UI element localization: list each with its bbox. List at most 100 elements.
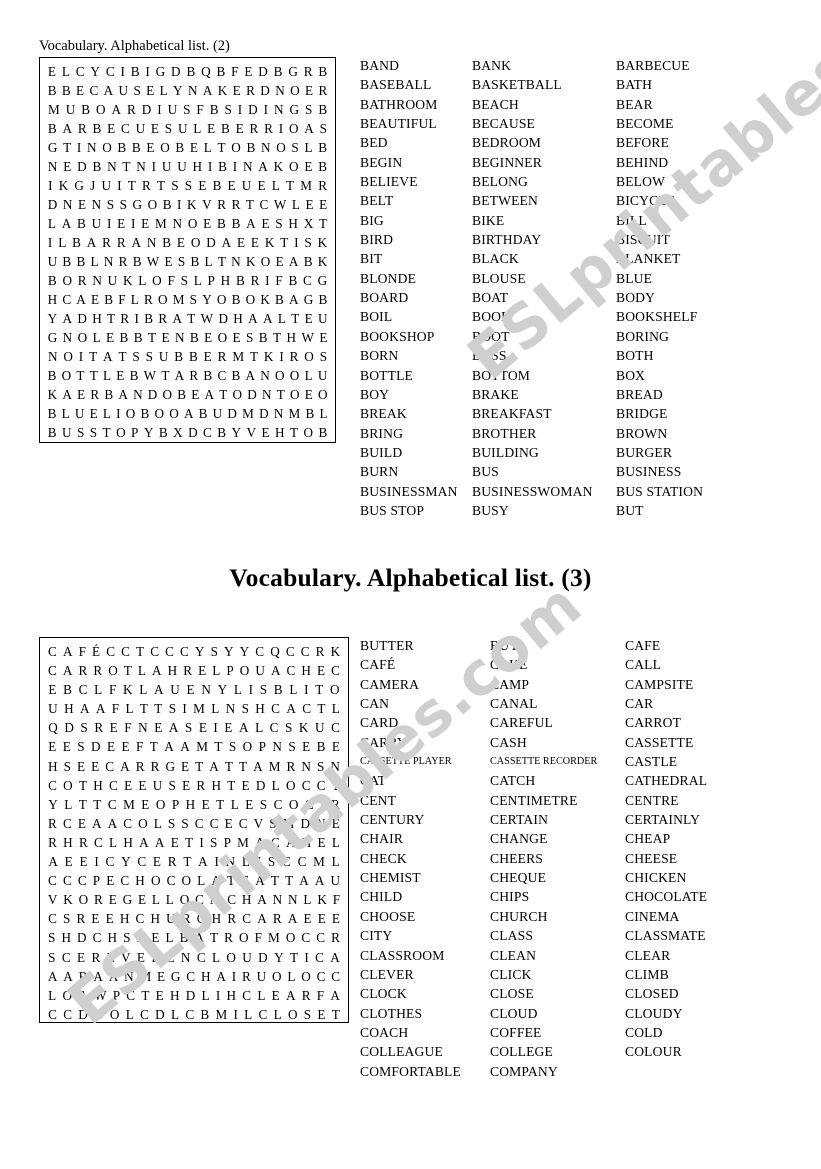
grid-letter-cell[interactable]: T [151,699,165,718]
word-list-item[interactable]: BIT [360,249,472,268]
grid-letter-cell[interactable]: C [312,948,327,967]
grid-letter-cell[interactable]: G [162,757,178,776]
grid-letter-cell[interactable]: R [88,385,102,404]
grid-letter-cell[interactable]: O [283,928,299,947]
grid-letter-cell[interactable]: A [89,814,105,833]
grid-letter-cell[interactable]: D [225,404,240,423]
grid-letter-cell[interactable]: D [88,737,104,756]
grid-letter-cell[interactable]: A [250,757,266,776]
grid-letter-cell[interactable]: E [242,795,257,814]
grid-letter-cell[interactable]: B [45,423,59,442]
grid-letter-cell[interactable]: Y [45,309,60,328]
word-list-item[interactable]: CHEMIST [360,868,490,887]
grid-letter-cell[interactable]: R [114,233,129,252]
grid-letter-cell[interactable]: U [239,176,255,195]
grid-letter-cell[interactable]: B [301,252,315,271]
grid-letter-cell[interactable]: N [273,81,288,100]
grid-letter-cell[interactable]: I [114,176,125,195]
grid-letter-cell[interactable]: R [133,928,148,947]
grid-letter-cell[interactable]: G [285,62,300,81]
grid-letter-cell[interactable]: I [245,680,256,699]
grid-letter-cell[interactable]: N [327,757,343,776]
grid-letter-cell[interactable]: D [139,100,155,119]
word-list-item[interactable]: CAKE [490,655,625,674]
grid-letter-cell[interactable]: E [60,737,75,756]
grid-letter-cell[interactable]: U [175,119,190,138]
grid-letter-cell[interactable]: T [282,871,296,890]
grid-letter-cell[interactable]: C [45,776,60,795]
grid-letter-cell[interactable]: E [195,176,209,195]
grid-letter-cell[interactable]: D [74,157,89,176]
grid-letter-cell[interactable]: C [192,890,207,909]
grid-letter-cell[interactable]: O [243,290,258,309]
word-list-item[interactable]: CHURCH [490,907,625,926]
grid-letter-cell[interactable]: E [74,948,88,967]
grid-letter-cell[interactable]: D [61,718,77,737]
grid-letter-cell[interactable]: O [286,795,302,814]
grid-letter-cell[interactable]: B [74,214,89,233]
grid-letter-cell[interactable]: I [213,986,224,1005]
grid-letter-cell[interactable]: A [100,347,115,366]
word-list-item[interactable]: CATHEDRAL [625,771,775,790]
grid-letter-cell[interactable]: M [266,757,284,776]
word-list-item[interactable]: BIRD [360,230,472,249]
grid-letter-cell[interactable]: B [45,366,59,385]
grid-letter-cell[interactable]: N [172,328,187,347]
grid-letter-cell[interactable]: P [223,661,236,680]
grid-letter-cell[interactable]: Y [141,423,156,442]
grid-letter-cell[interactable]: M [240,404,257,423]
grid-letter-cell[interactable]: R [248,271,263,290]
grid-letter-cell[interactable]: U [72,404,87,423]
grid-letter-cell[interactable]: E [259,423,273,442]
grid-letter-cell[interactable]: U [174,157,189,176]
grid-letter-cell[interactable]: D [256,404,271,423]
word-list-item[interactable]: BIG [360,211,472,230]
grid-letter-cell[interactable]: Y [214,680,230,699]
word-list-item[interactable]: BECAUSE [472,114,616,133]
grid-letter-cell[interactable]: B [207,100,222,119]
grid-letter-cell[interactable]: T [180,852,195,871]
grid-letter-cell[interactable]: N [121,967,136,986]
grid-letter-cell[interactable]: B [90,119,105,138]
word-list-item[interactable]: CLEAR [625,946,775,965]
word-list-item[interactable]: BED [360,133,472,152]
word-list-item[interactable]: COACH [360,1023,490,1042]
word-list-item[interactable]: CHAIR [360,829,490,848]
grid-letter-cell[interactable]: C [257,195,271,214]
grid-letter-cell[interactable]: C [103,62,118,81]
grid-letter-cell[interactable]: B [142,309,156,328]
grid-letter-cell[interactable]: A [243,214,258,233]
grid-letter-cell[interactable]: C [299,699,314,718]
grid-letter-cell[interactable]: E [241,62,255,81]
grid-letter-cell[interactable]: S [74,737,88,756]
grid-letter-cell[interactable]: U [59,423,74,442]
word-list-item[interactable]: CLOSE [490,984,625,1003]
grid-letter-cell[interactable]: E [144,138,158,157]
grid-letter-cell[interactable]: R [75,661,90,680]
grid-letter-cell[interactable]: C [224,890,239,909]
grid-letter-cell[interactable]: P [169,795,183,814]
grid-letter-cell[interactable]: S [166,699,180,718]
grid-letter-cell[interactable]: A [177,737,193,756]
grid-letter-cell[interactable]: B [173,138,188,157]
grid-letter-cell[interactable]: T [222,757,236,776]
grid-letter-cell[interactable]: E [45,62,59,81]
grid-letter-cell[interactable]: R [243,81,257,100]
grid-letter-cell[interactable]: T [121,661,135,680]
grid-letter-cell[interactable]: B [186,347,201,366]
grid-letter-cell[interactable]: L [191,271,205,290]
grid-letter-cell[interactable]: D [74,928,90,947]
grid-letter-cell[interactable]: O [105,661,121,680]
grid-letter-cell[interactable]: S [162,119,175,138]
word-list-item[interactable]: BUSY [472,501,616,520]
grid-letter-cell[interactable]: Y [221,642,237,661]
grid-letter-cell[interactable]: C [239,909,254,928]
grid-letter-cell[interactable]: V [118,948,134,967]
grid-letter-cell[interactable]: E [134,948,148,967]
word-list-item[interactable]: CHOCOLATE [625,887,775,906]
grid-letter-cell[interactable]: G [153,62,168,81]
grid-letter-cell[interactable]: O [76,890,91,909]
grid-letter-cell[interactable]: I [229,967,239,986]
grid-letter-cell[interactable]: D [216,309,231,328]
grid-letter-cell[interactable]: E [200,214,214,233]
